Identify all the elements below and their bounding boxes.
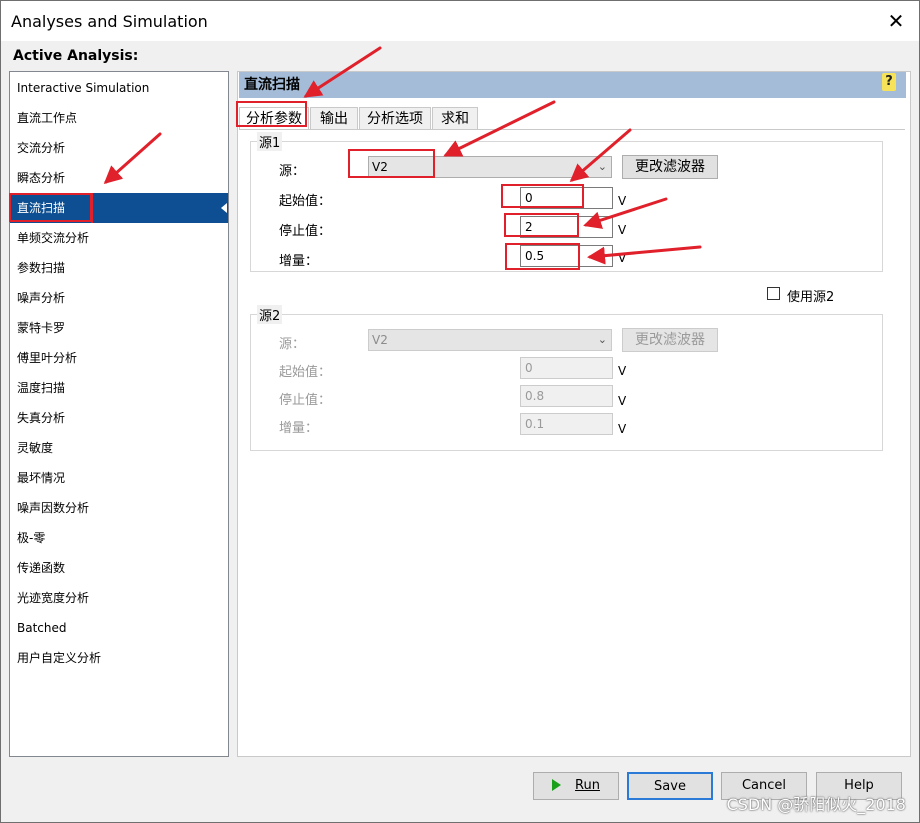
annotation-arrow xyxy=(303,46,382,98)
annotation-arrows xyxy=(103,46,702,265)
annotation-arrow xyxy=(583,197,668,229)
annotation-arrow xyxy=(103,132,162,184)
annotation-arrow xyxy=(443,100,556,157)
annotation-arrow xyxy=(587,245,702,265)
annotation-arrow xyxy=(569,128,632,182)
watermark: CSDN @骄阳似火_2018 xyxy=(726,795,906,814)
